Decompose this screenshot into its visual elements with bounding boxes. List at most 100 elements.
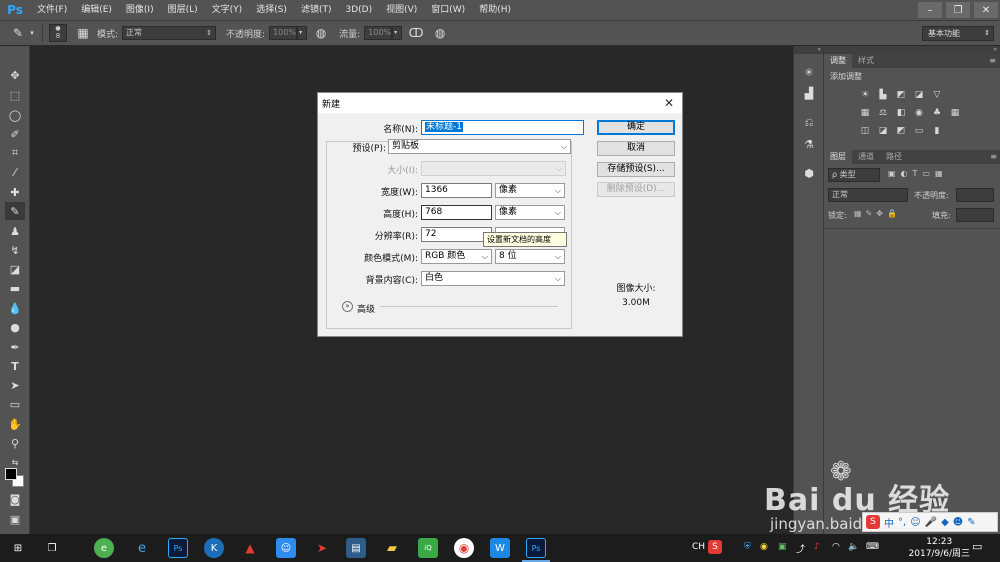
background-select[interactable]: 白色 ⌵ (421, 271, 565, 286)
internet-explorer-icon[interactable]: e (132, 538, 152, 558)
threshold-icon[interactable]: ◩ (894, 125, 908, 137)
healing-brush-tool-icon[interactable]: ✚ (5, 183, 25, 201)
iqiyi-icon[interactable]: iQ (418, 538, 438, 558)
curves-icon[interactable]: ◩ (894, 89, 908, 101)
tab-layers[interactable]: 图层 (824, 150, 852, 164)
windows-start-icon[interactable]: ⊞ (8, 538, 28, 558)
collapse-strip-icon[interactable]: » (794, 46, 824, 54)
restore-icon[interactable]: ❐ (946, 2, 970, 18)
properties-icon[interactable]: ⚗ (800, 135, 818, 153)
menu-help[interactable]: 帮助(H) (472, 0, 518, 20)
advanced-toggle-icon[interactable]: » (342, 301, 353, 312)
color-balance-icon[interactable]: ⚖ (876, 107, 890, 119)
eraser-tool-icon[interactable]: ◪ (5, 260, 25, 278)
menu-layer[interactable]: 图层(L) (161, 0, 205, 20)
pressure-size-icon[interactable]: ◍ (430, 23, 450, 43)
bit-depth-select[interactable]: 8 位 ⌵ (495, 249, 565, 264)
preset-select[interactable]: 剪贴板 ⌵ (388, 139, 571, 154)
pressure-opacity-icon[interactable]: ◍ (311, 23, 331, 43)
width-input[interactable]: 1366 (421, 183, 492, 198)
tab-adjustments[interactable]: 调整 (824, 54, 852, 68)
acrobat-icon[interactable]: ▲ (240, 538, 260, 558)
path-select-tool-icon[interactable]: ➤ (5, 376, 25, 394)
channel-mixer-icon[interactable]: ♣ (930, 107, 944, 119)
type-tool-icon[interactable]: T (5, 357, 25, 375)
tray-shield-icon[interactable]: ⛨ (744, 542, 751, 552)
flow-field[interactable]: 100% (364, 26, 393, 40)
menu-select[interactable]: 选择(S) (249, 0, 294, 20)
wps-writer-icon[interactable]: W (490, 538, 510, 558)
blur-tool-icon[interactable]: 💧 (5, 299, 25, 317)
collapse-panels-icon[interactable]: » (824, 46, 1000, 54)
gradient-tool-icon[interactable]: ▬ (5, 279, 25, 297)
history-icon[interactable]: ⎌ (800, 114, 818, 132)
red-arrow-icon[interactable]: ➤ (312, 538, 332, 558)
chevron-down-icon[interactable]: ▾ (297, 26, 308, 40)
tray-360-icon[interactable]: ◉ (760, 542, 768, 552)
brush-panel-icon[interactable]: ▦ (73, 23, 93, 43)
levels-icon[interactable]: ▙ (876, 89, 890, 101)
shape-tool-icon[interactable]: ▭ (5, 395, 25, 413)
marquee-tool-icon[interactable]: ⬚ (5, 86, 25, 104)
quick-mask-icon[interactable]: ◙ (5, 490, 25, 508)
histogram-icon[interactable]: ▟ (800, 84, 818, 102)
height-input[interactable]: 768 (421, 205, 492, 220)
panel-menu-icon[interactable]: ≡ (989, 54, 1000, 68)
browser-360-icon[interactable]: e (94, 538, 114, 558)
black-white-icon[interactable]: ◧ (894, 107, 908, 119)
advanced-label[interactable]: 高级 (357, 302, 375, 315)
resolution-input[interactable]: 72 (421, 227, 492, 242)
brightness-icon[interactable]: ☀ (858, 89, 872, 101)
3d-icon[interactable]: ⬢ (800, 164, 818, 182)
save-preset-button[interactable]: 存储预设(S)... (597, 162, 675, 177)
crop-tool-icon[interactable]: ⌗ (5, 144, 25, 162)
exposure-icon[interactable]: ◪ (912, 89, 926, 101)
gradient-map-icon[interactable]: ▭ (912, 125, 926, 137)
menu-file[interactable]: 文件(F) (30, 0, 74, 20)
layer-opacity-field[interactable] (956, 188, 994, 202)
keyboard-icon[interactable]: ⌨ (866, 542, 879, 552)
eyedropper-tool-icon[interactable]: ⁄ (5, 163, 25, 181)
brush-preset-icon[interactable]: ✎ (8, 23, 28, 43)
invert-icon[interactable]: ◫ (858, 125, 872, 137)
panel-menu-icon[interactable]: ≡ (990, 150, 1000, 164)
tab-styles[interactable]: 样式 (852, 54, 880, 68)
minimize-icon[interactable]: – (918, 2, 942, 18)
photo-filter-icon[interactable]: ◉ (912, 107, 926, 119)
lock-icons[interactable]: ▦✎✥🔒 (854, 209, 901, 218)
ime-toolbar[interactable]: S 中 °, ☺ 🎤 ◆ ☻ ✎ (862, 512, 998, 532)
airbrush-icon[interactable]: ↀ (406, 23, 426, 43)
menu-filter[interactable]: 滤镜(T) (294, 0, 339, 20)
screen-mode-icon[interactable]: ▣ (5, 510, 25, 528)
brush-tool-icon[interactable]: ✎ (5, 202, 25, 220)
sogou-ime-icon[interactable]: S (708, 540, 722, 554)
move-tool-icon[interactable]: ✥ (5, 66, 25, 84)
selective-color-icon[interactable]: ▮ (930, 125, 944, 137)
file-explorer-icon[interactable]: ▰ (382, 538, 402, 558)
wifi-icon[interactable]: ◠ (832, 542, 840, 552)
clone-stamp-tool-icon[interactable]: ♟ (5, 222, 25, 240)
menu-3d[interactable]: 3D(D) (338, 0, 379, 20)
name-input[interactable]: 未标题-1 (421, 120, 584, 135)
menu-edit[interactable]: 编辑(E) (74, 0, 119, 20)
menu-window[interactable]: 窗口(W) (424, 0, 472, 20)
chevron-down-icon[interactable]: ▾ (392, 26, 403, 40)
blend-mode-select[interactable]: 正常 (828, 188, 908, 202)
layer-kind-filter[interactable]: ρ 类型 (828, 168, 880, 182)
hue-saturation-icon[interactable]: ▦ (858, 107, 872, 119)
size-select[interactable]: ⌵ (421, 161, 566, 176)
dodge-tool-icon[interactable]: ● (5, 318, 25, 336)
vibrance-icon[interactable]: ▽ (930, 89, 944, 101)
clock[interactable]: 12:23 2017/9/6/周三 (909, 536, 970, 560)
chrome-icon[interactable]: ◉ (454, 538, 474, 558)
photoshop-taskbar-icon[interactable]: Ps (168, 538, 188, 558)
hand-tool-icon[interactable]: ✋ (5, 415, 25, 433)
pen-tool-icon[interactable]: ✒ (5, 338, 25, 356)
fill-field[interactable] (956, 208, 994, 222)
tray-network-activity-icon[interactable]: ⤴ (796, 542, 805, 555)
foreground-color-swatch[interactable] (5, 468, 17, 480)
height-unit-select[interactable]: 像素 ⌵ (495, 205, 565, 220)
volume-icon[interactable]: 🔈 (848, 542, 859, 552)
brush-size-picker[interactable]: ● 8 (49, 24, 67, 42)
workspace-select[interactable]: 基本功能 ⇕ (922, 26, 994, 41)
